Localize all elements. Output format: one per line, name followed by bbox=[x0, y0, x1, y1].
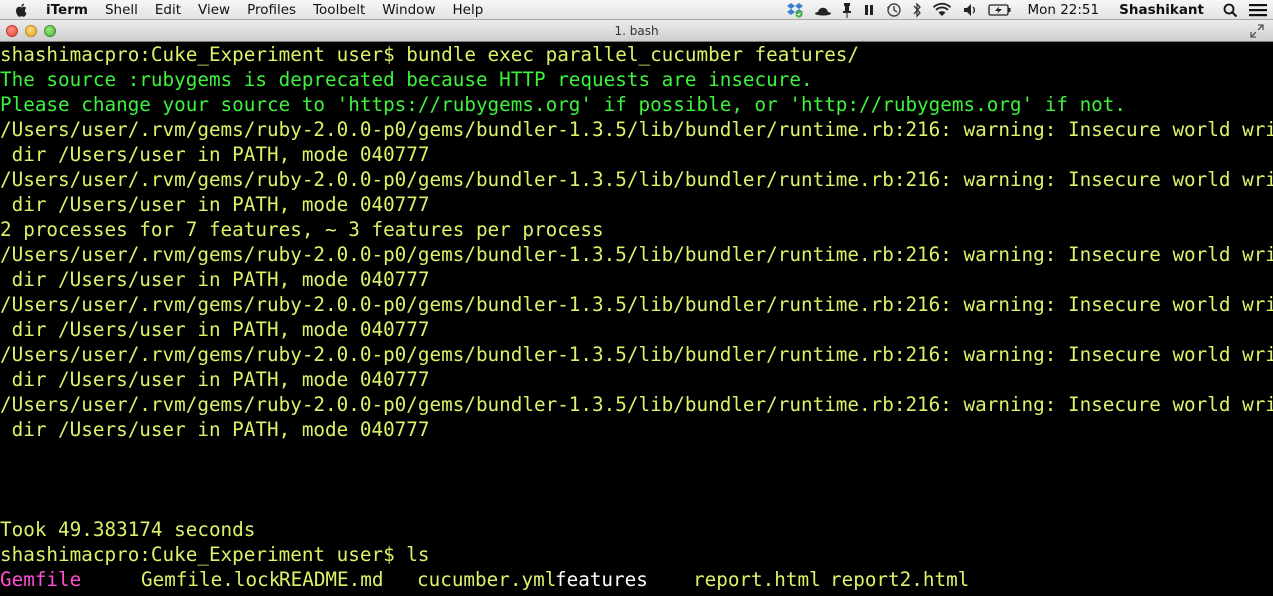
terminal-line: /Users/user/.rvm/gems/ruby-2.0.0-p0/gems… bbox=[0, 118, 1273, 141]
terminal-line: /Users/user/.rvm/gems/ruby-2.0.0-p0/gems… bbox=[0, 293, 1273, 316]
ls-entry-file: report.html bbox=[693, 568, 821, 591]
notification-center-icon[interactable] bbox=[1248, 2, 1268, 18]
time-machine-icon[interactable] bbox=[886, 2, 902, 18]
terminal-line: 2 processes for 7 features, ~ 3 features… bbox=[0, 218, 604, 241]
terminal-line: dir /Users/user in PATH, mode 040777 bbox=[0, 368, 430, 391]
fullscreen-icon[interactable] bbox=[1250, 24, 1264, 38]
apple-icon[interactable] bbox=[12, 3, 30, 17]
terminal-line: dir /Users/user in PATH, mode 040777 bbox=[0, 193, 430, 216]
ls-entry-file: report2.html bbox=[830, 568, 970, 591]
window-title-bar: 1. bash bbox=[0, 20, 1273, 42]
menu-user-name[interactable]: Shashikant bbox=[1119, 2, 1204, 18]
bowler-hat-icon[interactable] bbox=[814, 3, 832, 17]
menu-edit[interactable]: Edit bbox=[147, 0, 190, 20]
dropbox-icon[interactable] bbox=[786, 2, 804, 18]
spotlight-search-icon[interactable] bbox=[1223, 3, 1238, 18]
volume-icon[interactable] bbox=[962, 2, 978, 18]
window-title: 1. bash bbox=[614, 24, 659, 38]
pause-icon[interactable] bbox=[862, 3, 876, 17]
ls-entry-file: Gemfile.lock bbox=[141, 568, 281, 591]
terminal-line: Took 49.383174 seconds bbox=[0, 518, 256, 541]
terminal-output[interactable]: shashimacpro:Cuke_Experiment user$ bundl… bbox=[0, 42, 1273, 596]
terminal-line: dir /Users/user in PATH, mode 040777 bbox=[0, 418, 430, 441]
terminal-line: /Users/user/.rvm/gems/ruby-2.0.0-p0/gems… bbox=[0, 343, 1273, 366]
terminal-line: shashimacpro:Cuke_Experiment user$ bundl… bbox=[0, 43, 860, 66]
terminal-line: dir /Users/user in PATH, mode 040777 bbox=[0, 318, 430, 341]
terminal-line: /Users/user/.rvm/gems/ruby-2.0.0-p0/gems… bbox=[0, 243, 1273, 266]
menu-toolbelt[interactable]: Toolbelt bbox=[305, 0, 374, 20]
menu-view[interactable]: View bbox=[190, 0, 239, 20]
menu-help[interactable]: Help bbox=[444, 0, 492, 20]
terminal-line: /Users/user/.rvm/gems/ruby-2.0.0-p0/gems… bbox=[0, 393, 1273, 416]
terminal-line: dir /Users/user in PATH, mode 040777 bbox=[0, 268, 430, 291]
bluetooth-icon[interactable] bbox=[912, 2, 922, 18]
ls-entry-gem: Gemfile bbox=[0, 568, 82, 591]
menu-clock[interactable]: Mon 22:51 bbox=[1027, 2, 1099, 18]
menu-window[interactable]: Window bbox=[374, 0, 444, 20]
terminal-lines: shashimacpro:Cuke_Experiment user$ bundl… bbox=[0, 42, 1273, 567]
ls-output-line: Gemfile Gemfile.lock README.md cucumber.yml… bbox=[0, 567, 1273, 592]
battery-icon[interactable] bbox=[988, 3, 1012, 17]
menu-bar: iTerm Shell Edit View Profiles Toolbelt … bbox=[0, 0, 1273, 20]
menu-app-iterm[interactable]: iTerm bbox=[40, 0, 97, 20]
terminal-line: shashimacpro:Cuke_Experiment user$ ls bbox=[0, 543, 430, 566]
ls-entry-dir: features bbox=[555, 568, 648, 591]
menu-shell[interactable]: Shell bbox=[97, 0, 147, 20]
menu-profiles[interactable]: Profiles bbox=[239, 0, 305, 20]
status-menu-area: Mon 22:51 Shashikant bbox=[781, 0, 1273, 20]
ls-entry-file: README.md bbox=[279, 568, 384, 591]
terminal-line: The source :rubygems is deprecated becau… bbox=[0, 68, 813, 91]
terminal-line: dir /Users/user in PATH, mode 040777 bbox=[0, 143, 430, 166]
pin-icon[interactable] bbox=[842, 2, 852, 18]
terminal-line: /Users/user/.rvm/gems/ruby-2.0.0-p0/gems… bbox=[0, 168, 1273, 191]
wifi-icon[interactable] bbox=[932, 2, 952, 18]
ls-entry-file: cucumber.yml bbox=[417, 568, 557, 591]
terminal-line: Please change your source to 'https://ru… bbox=[0, 93, 1127, 116]
